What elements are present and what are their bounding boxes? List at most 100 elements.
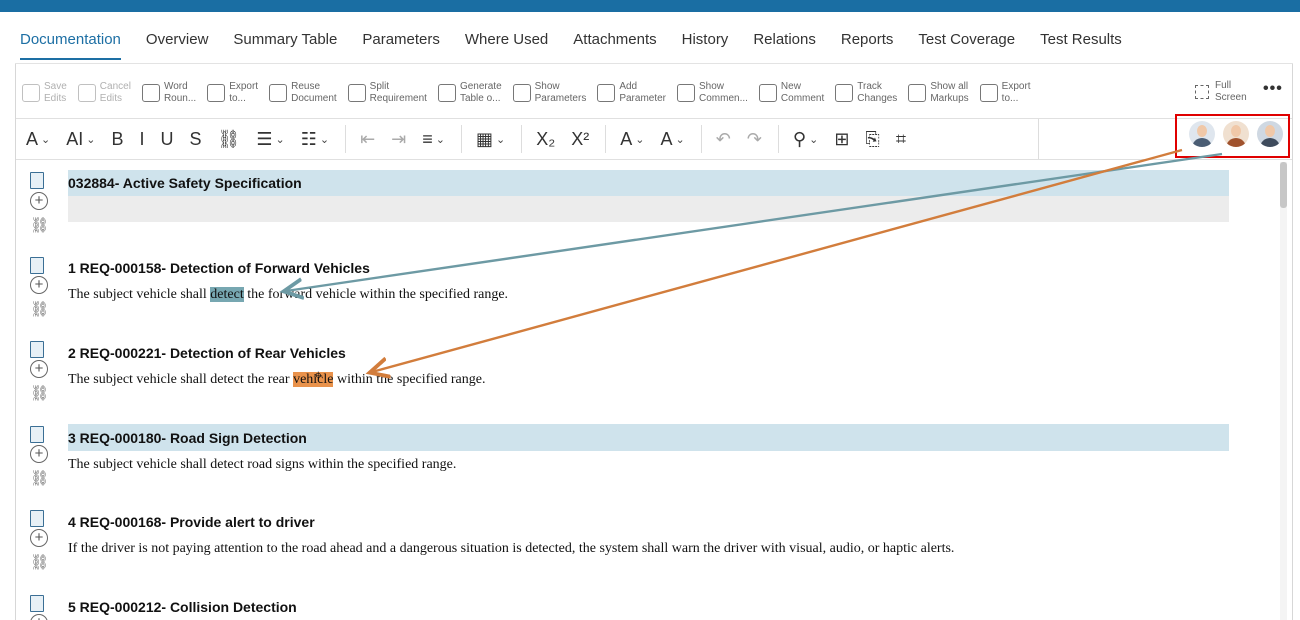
track-changes-icon xyxy=(835,84,854,102)
requirement-icon[interactable] xyxy=(30,257,44,274)
toolbar-glyph: ⌗ xyxy=(895,128,906,149)
export-to-icon xyxy=(979,84,998,102)
ribbon-label: Split Requirement xyxy=(369,81,427,104)
insert-file-icon[interactable]: ⎘ xyxy=(865,129,879,150)
find-replace-icon[interactable]: ⚲ ⌄ xyxy=(793,129,818,150)
chevron-down-icon: ⌄ xyxy=(275,133,285,146)
show-comments-icon xyxy=(677,84,696,102)
show-comments-button[interactable]: Show Commen... xyxy=(677,78,748,108)
split-button[interactable]: Split Requirement xyxy=(347,78,427,108)
full-screen-button[interactable]: Full Screen xyxy=(1195,80,1247,104)
font-color-icon[interactable]: A ⌄ xyxy=(660,129,684,150)
bullet-list-icon[interactable]: ☰ ⌄ xyxy=(256,129,284,150)
requirement-icon[interactable] xyxy=(30,510,44,527)
tab-test-results[interactable]: Test Results xyxy=(1040,30,1122,60)
requirement-text[interactable]: The subject vehicle shall detect road si… xyxy=(68,457,456,473)
avatar-face xyxy=(1197,125,1207,137)
requirement-text[interactable]: The subject vehicle shall detect the for… xyxy=(68,287,508,303)
align-icon[interactable]: ≡ ⌄ xyxy=(422,129,445,150)
cancel-edit-button[interactable]: Cancel Edits xyxy=(77,78,131,108)
highlight-color-icon[interactable]: A ⌄ xyxy=(620,129,644,150)
add-icon[interactable]: + xyxy=(30,192,48,210)
superscript-icon[interactable]: X² xyxy=(571,129,589,150)
bold-icon[interactable]: B xyxy=(111,129,123,150)
avatar-user-2[interactable] xyxy=(1223,121,1249,157)
numbered-list-icon[interactable]: ☷ ⌄ xyxy=(301,129,329,150)
avatar-user-3[interactable] xyxy=(1257,121,1283,157)
subscript-icon[interactable]: X₂ xyxy=(536,129,555,150)
toolbar-separator xyxy=(521,125,523,153)
underline-icon[interactable]: U xyxy=(161,129,174,150)
table-icon[interactable]: ▦ ⌄ xyxy=(476,129,505,150)
redo-icon[interactable]: ↷ xyxy=(747,129,762,150)
show-markups-button[interactable]: Show all Markups xyxy=(908,78,969,108)
tab-relations[interactable]: Relations xyxy=(753,30,816,60)
more-options-button[interactable]: ••• xyxy=(1263,80,1283,98)
save-icon xyxy=(22,84,40,102)
reuse-document-button[interactable]: Reuse Document xyxy=(269,78,337,108)
undo-icon[interactable]: ↶ xyxy=(716,129,731,150)
export-button[interactable]: Export to... xyxy=(207,78,258,108)
font-style-icon[interactable]: AI ⌄ xyxy=(66,129,95,150)
show-parameters-button[interactable]: Show Parameters xyxy=(512,78,587,108)
link-icon[interactable]: ⛓ xyxy=(30,469,50,487)
tab-reports[interactable]: Reports xyxy=(841,30,894,60)
add-icon[interactable]: + xyxy=(30,529,48,547)
requirement-icon[interactable] xyxy=(30,341,44,358)
tab-overview[interactable]: Overview xyxy=(146,30,209,60)
add-icon[interactable]: + xyxy=(30,445,48,463)
track-changes-button[interactable]: Track Changes xyxy=(835,78,897,108)
document-icon[interactable] xyxy=(30,172,44,189)
save-button[interactable]: Save Edits xyxy=(22,78,67,108)
add-icon[interactable]: + xyxy=(30,614,48,620)
toolbar-glyph: ≡ xyxy=(422,128,433,149)
tab-parameters[interactable]: Parameters xyxy=(362,30,440,60)
tab-documentation[interactable]: Documentation xyxy=(20,30,121,60)
title-subband xyxy=(68,196,1229,222)
word-roundtrip-button[interactable]: Word Roun... xyxy=(141,78,196,108)
link-icon[interactable]: ⛓ xyxy=(218,129,241,150)
strikethrough-icon[interactable]: S xyxy=(190,129,202,150)
tab-summary-table[interactable]: Summary Table xyxy=(233,30,337,60)
toolbar-glyph: ▦ xyxy=(476,128,494,149)
tab-attachments[interactable]: Attachments xyxy=(573,30,656,60)
full-screen-label: Full Screen xyxy=(1215,80,1247,103)
tab-bar: Documentation Overview Summary Table Parame… xyxy=(20,30,1147,60)
tab-history[interactable]: History xyxy=(682,30,729,60)
ribbon-label: Show Parameters xyxy=(534,81,587,104)
link-icon[interactable]: ⛓ xyxy=(30,553,50,571)
toolbar-glyph: A xyxy=(660,128,673,149)
ribbon-label: New Comment xyxy=(780,81,825,104)
toolbar-glyph: I xyxy=(139,128,145,149)
requirement-icon[interactable] xyxy=(30,595,44,612)
link-icon[interactable]: ⛓ xyxy=(30,300,50,318)
italic-icon[interactable]: I xyxy=(139,129,144,150)
requirement-icon[interactable] xyxy=(30,426,44,443)
toolbar-glyph: ⊞ xyxy=(834,128,850,149)
avatar-user-1[interactable] xyxy=(1189,121,1215,157)
link-icon[interactable]: ⛓ xyxy=(30,216,50,234)
requirement-text[interactable]: If the driver is not paying attention to… xyxy=(68,541,954,557)
highlighted-word: detect xyxy=(210,287,244,302)
add-icon[interactable]: + xyxy=(30,360,48,378)
toolbar-separator xyxy=(700,125,702,153)
tab-where-used[interactable]: Where Used xyxy=(465,30,548,60)
generate-table-button[interactable]: Generate Table o... xyxy=(437,78,502,108)
add-parameter-button[interactable]: Add Parameter xyxy=(597,78,666,108)
scrollbar-thumb[interactable] xyxy=(1280,162,1287,208)
requirement-text[interactable]: The subject vehicle shall detect the rea… xyxy=(68,372,486,388)
font-size-icon[interactable]: A ⌄ xyxy=(26,129,50,150)
new-comment-button[interactable]: New Comment xyxy=(758,78,825,108)
link-icon[interactable]: ⛓ xyxy=(30,384,50,402)
add-icon[interactable]: + xyxy=(30,276,48,294)
document-editor[interactable]: + ⛓ 032884- Active Safety Specification … xyxy=(16,160,1278,620)
requirement-heading: 5 REQ-000212- Collision Detection xyxy=(68,599,297,615)
indent-icon[interactable]: ⇥ xyxy=(391,129,406,150)
insert-image-icon[interactable]: ⊞ xyxy=(834,129,849,150)
export-to-button[interactable]: Export to... xyxy=(979,78,1031,108)
outdent-icon[interactable]: ⇤ xyxy=(360,129,375,150)
vertical-scrollbar[interactable] xyxy=(1280,162,1287,620)
insert-table-plus-icon[interactable]: ⌗ xyxy=(896,129,906,150)
tab-test-coverage[interactable]: Test Coverage xyxy=(918,30,1015,60)
chevron-down-icon: ⌄ xyxy=(496,133,506,146)
